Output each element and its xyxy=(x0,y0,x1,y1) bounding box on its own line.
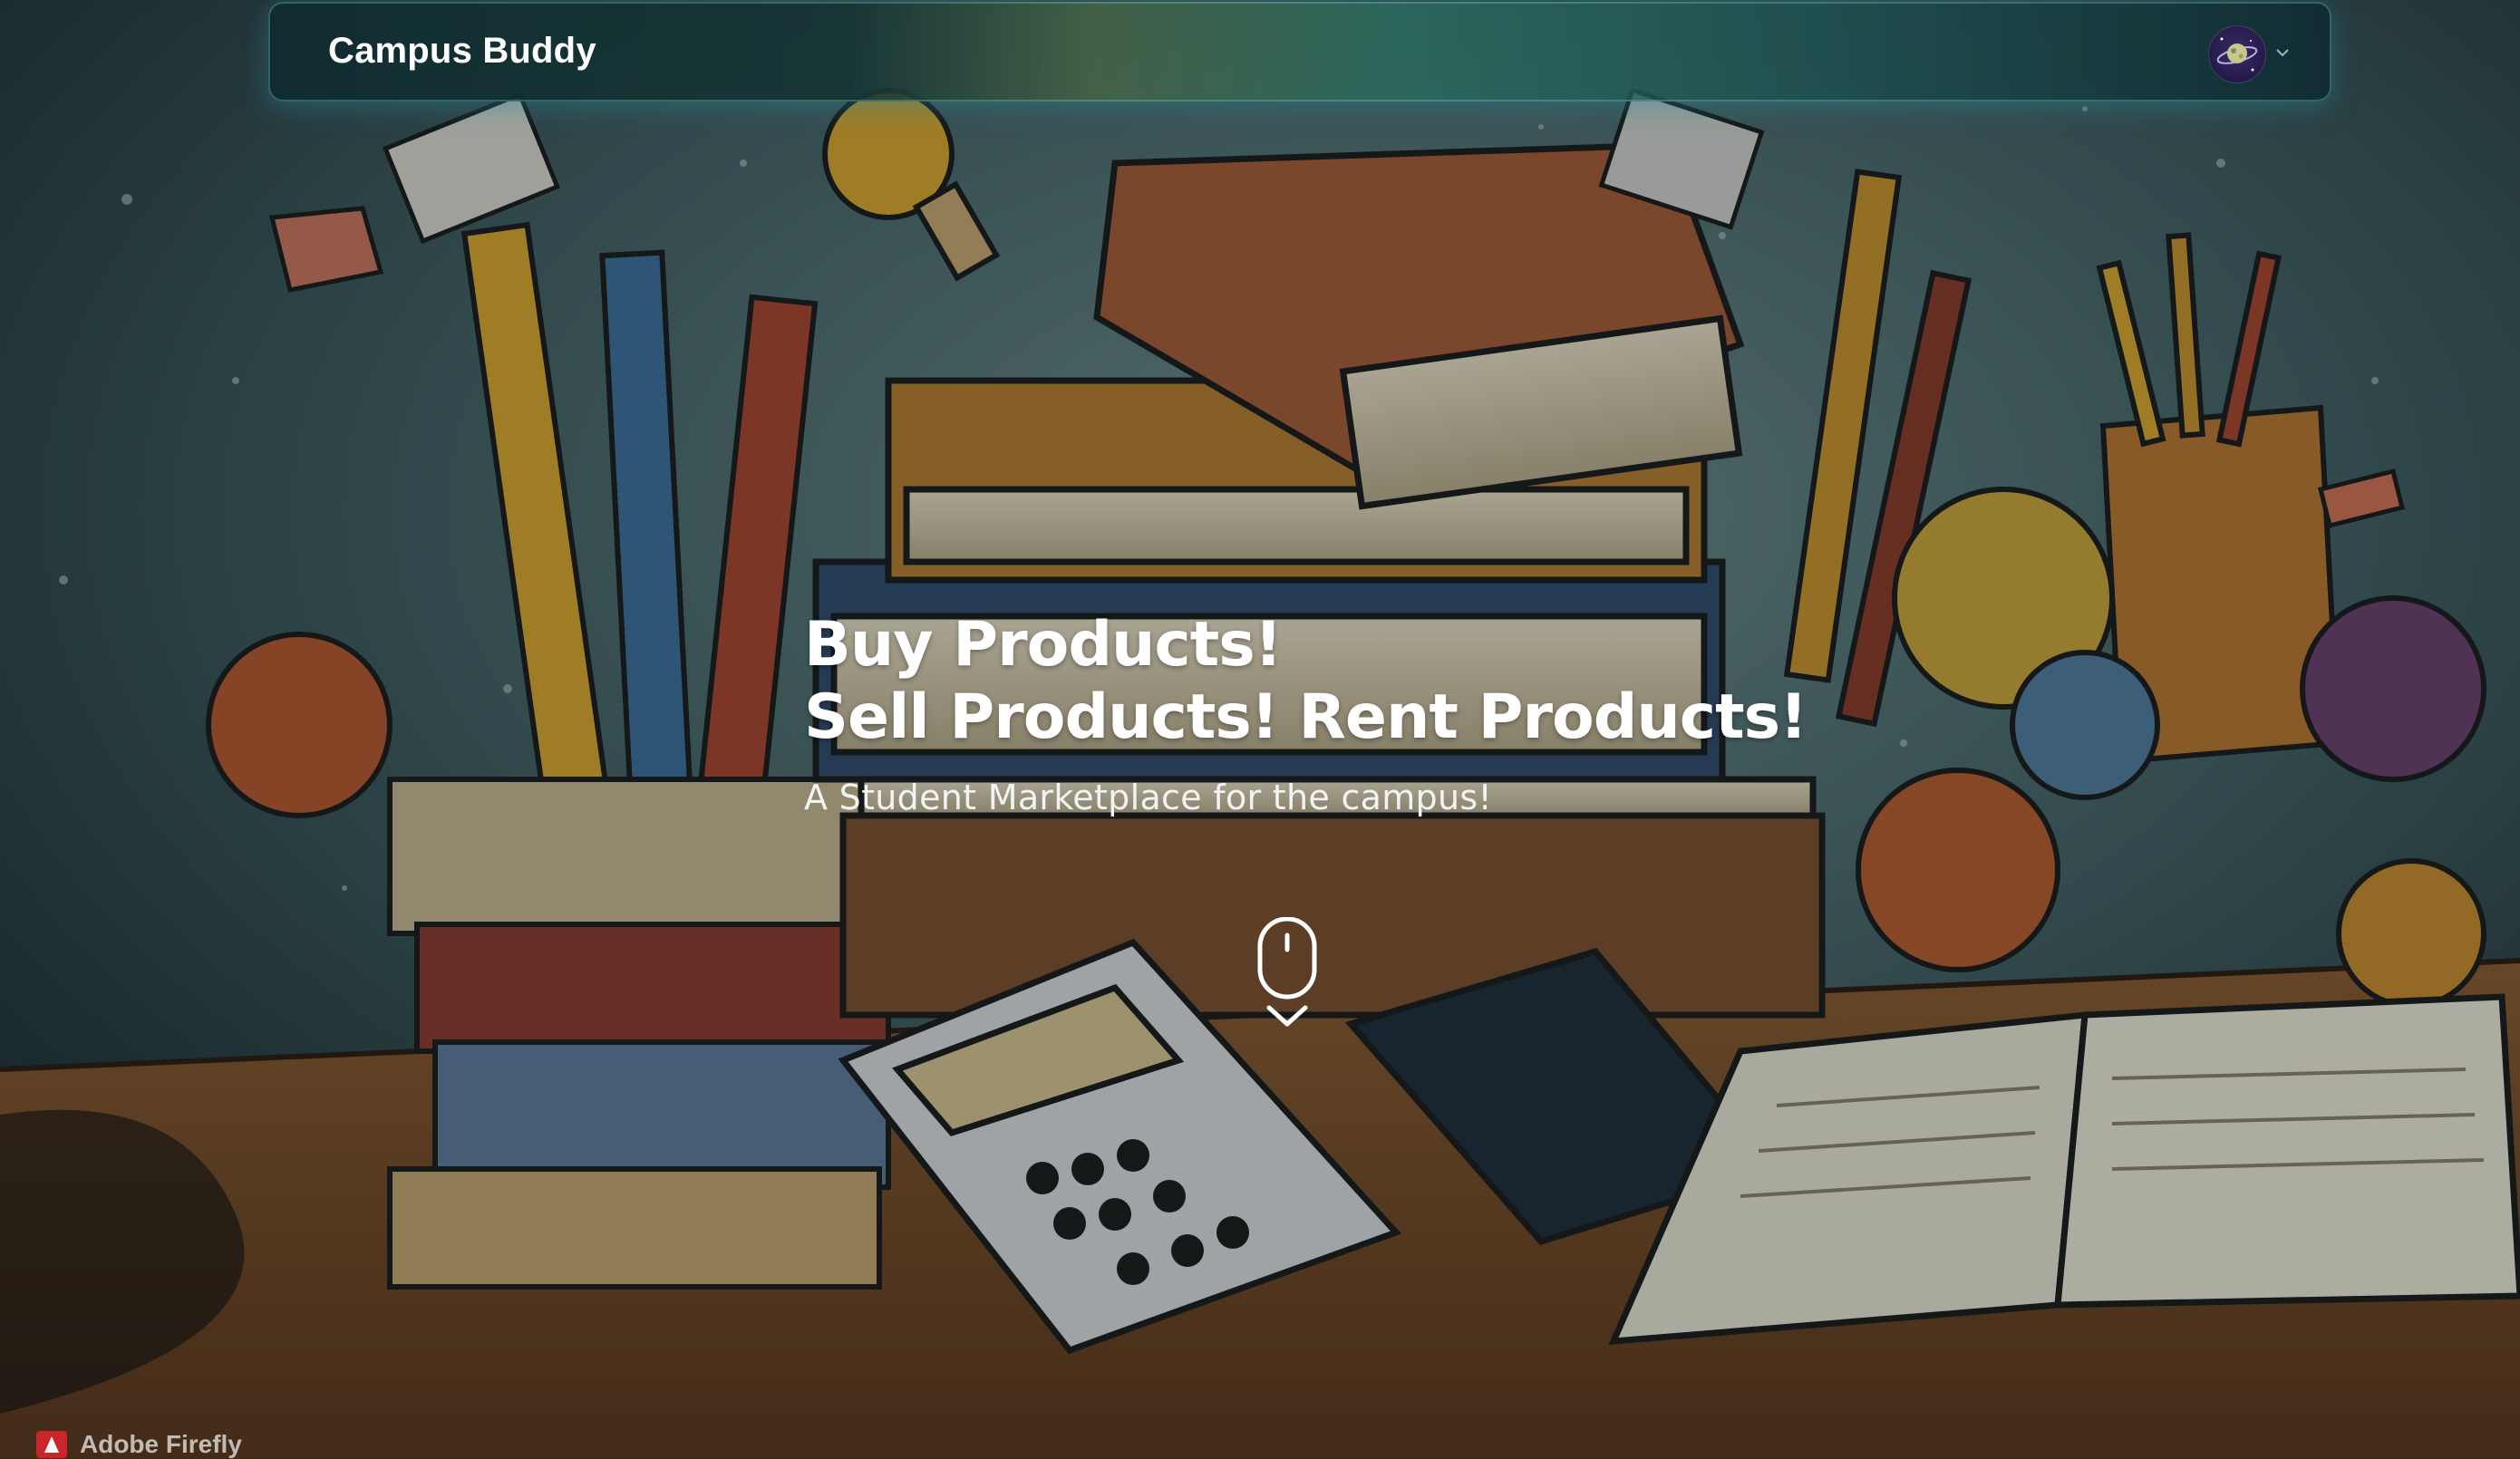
scroll-down-button[interactable] xyxy=(1255,917,1320,1035)
user-avatar[interactable] xyxy=(2208,25,2266,83)
landing-page: Campus Buddy Buy Products! Sell Products… xyxy=(0,0,2520,1459)
hero-headline-line-1: Buy Products! xyxy=(804,609,1283,681)
hero-subheading: A Student Marketplace for the campus! xyxy=(804,778,1492,817)
hero-headline: Buy Products! Sell Products! Rent Produc… xyxy=(804,609,1808,754)
chevron-down-icon[interactable] xyxy=(2273,43,2292,62)
top-navbar: Campus Buddy xyxy=(268,2,2331,101)
watermark-text: Adobe Firefly xyxy=(80,1430,242,1458)
mouse-scroll-icon xyxy=(1257,917,1317,1000)
chevron-down-icon xyxy=(1266,1005,1308,1027)
brand-logo-text[interactable]: Campus Buddy xyxy=(328,31,596,72)
hero-headline-line-2: Sell Products! Rent Products! xyxy=(804,681,1808,753)
image-watermark: Adobe Firefly xyxy=(36,1430,242,1459)
planet-avatar-icon xyxy=(2216,37,2258,72)
adobe-logo-icon xyxy=(36,1431,67,1458)
hero-section: Buy Products! Sell Products! Rent Produc… xyxy=(804,609,1808,817)
